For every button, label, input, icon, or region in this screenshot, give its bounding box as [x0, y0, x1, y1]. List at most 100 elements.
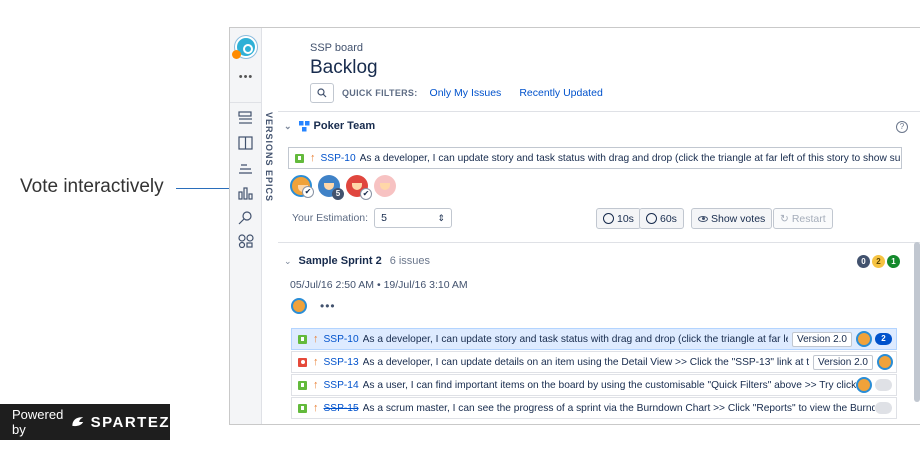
story-type-icon — [295, 153, 304, 163]
timer-10s-label: 10s — [617, 212, 634, 225]
user-avatar-icon — [877, 354, 893, 370]
voter-avatar[interactable] — [374, 175, 396, 197]
tab-versions[interactable]: VERSIONS — [264, 112, 274, 167]
quick-filter-only-my-issues[interactable]: Only My Issues — [430, 87, 502, 99]
estimation-control: Your Estimation: 5 ⇕ — [292, 208, 453, 228]
powered-by-badge[interactable]: Powered by SPARTEZ — [0, 404, 170, 440]
sprint-dates: 05/Jul/16 2:50 AM • 19/Jul/16 3:10 AM — [290, 279, 468, 291]
powered-by-brand: SPARTEZ — [90, 413, 170, 431]
issue-key[interactable]: SSP-13 — [324, 357, 359, 368]
vote-value-badge: 5 — [332, 188, 344, 200]
user-avatar-icon[interactable] — [291, 298, 307, 314]
bug-type-icon — [298, 357, 307, 367]
notification-dot — [232, 50, 241, 59]
estimation-value: 5 — [381, 212, 387, 224]
scrollbar[interactable] — [914, 242, 920, 402]
jira-window: ••• VERSIONS EPICS SSP board Backlog QUI… — [229, 27, 920, 425]
more-icon[interactable]: ••• — [320, 299, 336, 313]
issue-summary: As a user, I can find important items on… — [362, 379, 856, 391]
app-sidebar: ••• — [230, 28, 262, 424]
search-button[interactable] — [310, 83, 334, 103]
user-avatar-icon — [856, 331, 872, 347]
restart-label: Restart — [791, 212, 826, 225]
voter-avatar[interactable]: ✔ — [346, 175, 372, 200]
eye-icon — [698, 215, 708, 222]
done-count-badge: 1 — [887, 255, 900, 268]
sprint-assignees: ••• — [291, 298, 336, 314]
spartez-logo-icon — [72, 417, 84, 427]
quick-filter-recently-updated[interactable]: Recently Updated — [519, 87, 602, 99]
story-points-badge — [875, 379, 892, 391]
story-points-badge — [875, 402, 892, 414]
side-panel-tabs: VERSIONS EPICS — [262, 110, 278, 250]
vote-status-badge: ✔ — [360, 188, 372, 200]
estimation-label: Your Estimation: — [292, 212, 369, 224]
timer-60s-button[interactable]: 60s — [639, 208, 684, 229]
team-icon — [298, 120, 310, 131]
story-type-icon — [298, 380, 307, 390]
user-avatar-icon — [352, 183, 362, 190]
chevron-down-icon[interactable]: ⌄ — [284, 256, 292, 267]
poker-team-header[interactable]: ⌄ Poker Team — [284, 120, 375, 132]
divider — [278, 111, 920, 112]
table-row[interactable]: ↑ SSP-10 As a developer, I can update st… — [291, 328, 897, 350]
restart-button[interactable]: ↻ Restart — [773, 208, 833, 229]
backlog-main: SSP board Backlog QUICK FILTERS: Only My… — [278, 28, 920, 424]
chevron-down-icon[interactable]: ⌄ — [284, 121, 292, 132]
board-icon[interactable] — [238, 136, 254, 150]
timer-icon — [603, 213, 614, 224]
voter-avatars: ✔ 5 ✔ — [290, 175, 396, 200]
page-title: Backlog — [310, 57, 378, 78]
story-type-icon — [298, 334, 307, 344]
reports-icon[interactable] — [238, 186, 254, 200]
timer-60s-label: 60s — [660, 212, 677, 225]
tab-epics[interactable]: EPICS — [264, 170, 274, 202]
annotation-label: Vote interactively — [20, 176, 164, 197]
inprogress-count-badge: 2 — [872, 255, 885, 268]
show-votes-button[interactable]: Show votes — [691, 208, 773, 229]
table-row[interactable]: ↑ SSP-14 As a user, I can find important… — [291, 374, 897, 396]
search-issues-icon[interactable] — [238, 211, 254, 225]
issue-summary: As a developer, I can update story and t… — [362, 333, 788, 345]
components-icon[interactable] — [238, 234, 254, 248]
sprint-header[interactable]: ⌄ Sample Sprint 2 6 issues — [284, 255, 430, 267]
timer-10s-button[interactable]: 10s — [596, 208, 641, 229]
sprint-issue-count: 6 issues — [389, 255, 431, 267]
timer-icon — [646, 213, 657, 224]
version-label: Version 2.0 — [791, 331, 852, 347]
issue-key[interactable]: SSP-15 — [324, 403, 359, 414]
issue-key[interactable]: SSP-14 — [324, 380, 359, 391]
user-avatar-icon — [856, 377, 872, 393]
table-row[interactable]: ↑ SSP-13 As a developer, I can update de… — [291, 351, 897, 373]
quick-filters-label: QUICK FILTERS: — [342, 88, 418, 98]
priority-high-icon: ↑ — [313, 333, 319, 345]
issue-key[interactable]: SSP-10 — [324, 334, 359, 345]
sprint-status-counts: 0 2 1 — [857, 255, 900, 268]
issue-summary: As a developer, I can update story and t… — [359, 152, 901, 164]
page: Vote interactively Powered by SPARTEZ ••… — [0, 0, 920, 450]
backlog-icon[interactable] — [238, 111, 254, 125]
estimation-select[interactable]: 5 ⇕ — [374, 208, 453, 228]
priority-high-icon: ↑ — [313, 379, 319, 391]
version-label: Version 2.0 — [812, 354, 873, 370]
story-type-icon — [298, 403, 307, 413]
issue-summary: As a developer, I can update details on … — [362, 356, 809, 368]
priority-high-icon: ↑ — [313, 402, 319, 414]
table-row[interactable]: ↑ SSP-15 As a scrum master, I can see th… — [291, 397, 897, 419]
story-points-badge: 2 — [875, 333, 892, 345]
quick-filters-bar: QUICK FILTERS: Only My Issues Recently U… — [310, 83, 621, 103]
show-votes-label: Show votes — [711, 212, 766, 225]
voter-avatar[interactable]: ✔ — [290, 175, 314, 198]
powered-by-text: Powered by — [12, 407, 64, 437]
issue-key[interactable]: SSP-10 — [321, 153, 356, 164]
voter-avatar[interactable]: 5 — [318, 175, 344, 200]
search-icon — [317, 88, 327, 98]
priority-high-icon: ↑ — [310, 152, 316, 164]
help-icon[interactable]: ? — [896, 121, 908, 133]
poker-story-row[interactable]: ↑ SSP-10 As a developer, I can update st… — [288, 147, 902, 169]
breadcrumb[interactable]: SSP board — [310, 42, 363, 54]
releases-icon[interactable] — [238, 161, 254, 175]
more-icon[interactable]: ••• — [230, 71, 262, 83]
user-avatar-icon — [380, 183, 390, 190]
vote-status-badge: ✔ — [302, 186, 314, 198]
